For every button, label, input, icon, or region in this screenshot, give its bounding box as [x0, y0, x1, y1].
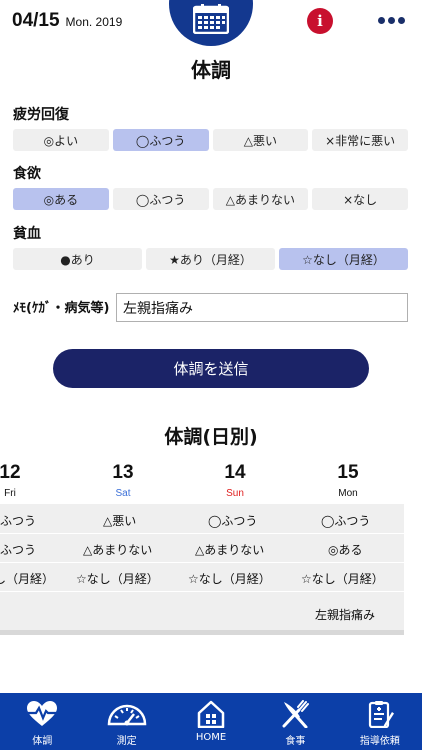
- anemia-label: 貧血: [13, 226, 41, 242]
- calendar-button[interactable]: [169, 0, 253, 46]
- table-cell: 左親指痛み: [315, 608, 376, 622]
- gauge-icon: [107, 704, 146, 726]
- info-button[interactable]: i: [307, 8, 333, 34]
- day-header: 14 Sun: [205, 462, 265, 499]
- anemia-option-yes-menstrual[interactable]: ★あり（月経）: [146, 248, 275, 270]
- table-cell: ◯ふつう: [321, 514, 371, 528]
- nav-label: HOME: [195, 732, 227, 743]
- daily-section-title: 体調(日別): [164, 426, 258, 448]
- anemia-option-no-menstrual[interactable]: ☆なし（月経）: [279, 248, 408, 270]
- table-cell: ◯ふつう: [208, 514, 258, 528]
- nav-item-meal[interactable]: 食事: [253, 693, 337, 750]
- fatigue-option-very-bad[interactable]: ×非常に悪い: [312, 129, 408, 151]
- send-condition-button[interactable]: 体調を送信: [53, 349, 369, 388]
- day-weekday: Sun: [226, 488, 244, 499]
- heart-pulse-icon: [27, 701, 58, 726]
- nav-item-guidance-request[interactable]: 指導依頼: [338, 693, 422, 750]
- appetite-options: ◎ある ◯ふつう △あまりない ×なし: [13, 188, 408, 210]
- nav-item-home[interactable]: HOME: [169, 693, 253, 750]
- utensils-icon: [282, 700, 310, 728]
- nav-item-condition[interactable]: 体調: [0, 693, 84, 750]
- anemia-options: ●あり ★あり（月経） ☆なし（月経）: [13, 248, 408, 270]
- day-weekday: Sat: [115, 488, 131, 499]
- day-header: 13 Sat: [93, 462, 153, 499]
- table-cell: ふつう: [0, 514, 37, 528]
- memo-input[interactable]: [116, 293, 408, 322]
- day-number: 13: [112, 462, 134, 483]
- home-icon: [197, 700, 225, 728]
- info-icon: i: [317, 12, 323, 30]
- day-header: 15 Mon: [318, 462, 378, 499]
- table-cell: ☆なし（月経）: [301, 572, 384, 586]
- fatigue-label: 疲労回復: [13, 107, 69, 123]
- table-cell: ◎ある: [328, 543, 363, 557]
- day-number: 15: [337, 462, 359, 483]
- day-number: 12: [0, 462, 21, 483]
- current-date: 04/15 Mon. 2019: [12, 10, 122, 32]
- table-cell: ふつう: [0, 543, 37, 557]
- table-cell: ☆なし（月経）: [76, 572, 159, 586]
- fatigue-options: ◎よい ◯ふつう △悪い ×非常に悪い: [13, 129, 408, 151]
- more-menu-button[interactable]: [378, 17, 405, 24]
- table-scroll-edge: [0, 630, 404, 635]
- table-cell: し（月経）: [0, 572, 55, 586]
- more-dots-icon: [388, 17, 395, 24]
- appetite-option-little[interactable]: △あまりない: [212, 188, 309, 210]
- app-header: 04/15 Mon. 2019 i: [0, 0, 422, 46]
- nav-label: 指導依頼: [359, 736, 400, 747]
- weekday-year-text: Mon. 2019: [65, 15, 123, 29]
- day-header: 12 Fri: [0, 462, 40, 499]
- day-weekday: Mon: [338, 488, 358, 499]
- table-cell: △あまりない: [83, 543, 153, 557]
- nav-item-measure[interactable]: 測定: [84, 693, 168, 750]
- bottom-navigation: 体調 測定 HOME 食事 指導依頼: [0, 693, 422, 750]
- table-cell: △悪い: [103, 514, 137, 528]
- nav-label: 測定: [116, 736, 137, 747]
- appetite-option-normal[interactable]: ◯ふつう: [112, 188, 209, 210]
- nav-label: 食事: [285, 736, 306, 747]
- calendar-icon: [193, 4, 229, 34]
- day-weekday: Fri: [4, 488, 16, 499]
- table-cell: △あまりない: [195, 543, 265, 557]
- day-number: 14: [224, 462, 246, 483]
- appetite-label: 食欲: [13, 166, 41, 182]
- nav-label: 体調: [32, 736, 53, 747]
- fatigue-option-normal[interactable]: ◯ふつう: [112, 129, 209, 151]
- page-title: 体調: [191, 58, 231, 82]
- fatigue-option-good[interactable]: ◎よい: [13, 129, 109, 151]
- clipboard-plus-icon: [368, 701, 394, 728]
- fatigue-option-bad[interactable]: △悪い: [212, 129, 309, 151]
- appetite-option-yes[interactable]: ◎ある: [13, 188, 109, 210]
- table-cell: ☆なし（月経）: [188, 572, 271, 586]
- date-text: 04/15: [12, 10, 60, 31]
- anemia-option-yes[interactable]: ●あり: [13, 248, 142, 270]
- memo-label: ﾒﾓ(ｹｶﾞ・病気等): [13, 301, 110, 316]
- more-dots-icon: [398, 17, 405, 24]
- appetite-option-none[interactable]: ×なし: [312, 188, 408, 210]
- more-dots-icon: [378, 17, 385, 24]
- daily-condition-table: ふつう △悪い ◯ふつう ◯ふつう ふつう △あまりない △あまりない ◎ある …: [0, 504, 404, 630]
